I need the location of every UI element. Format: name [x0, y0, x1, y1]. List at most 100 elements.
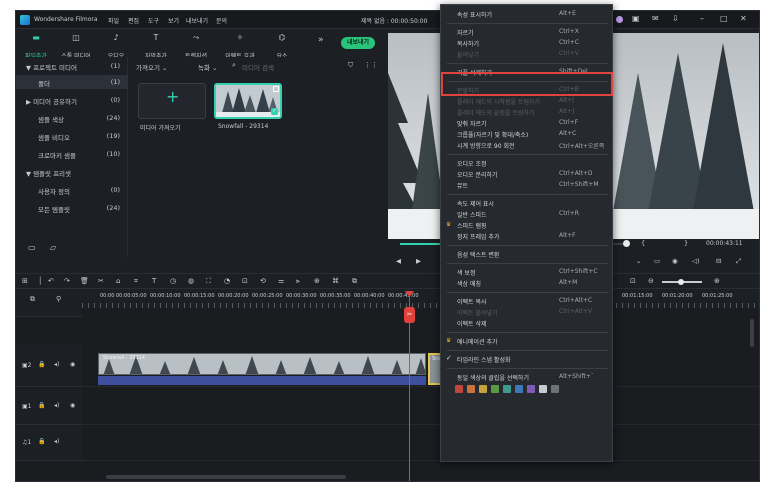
tag-icon[interactable]: ⌂ [116, 277, 120, 285]
crop-icon[interactable]: ⌗ [134, 277, 138, 286]
color-swatch[interactable] [551, 385, 559, 393]
color-swatch[interactable] [491, 385, 499, 393]
maximize-icon[interactable]: □ [720, 14, 728, 23]
tool-effects[interactable]: ✧이펙트 효과 [222, 31, 258, 60]
menu-item[interactable]: 뮤트 Ctrl+Shift+M [441, 180, 614, 191]
speaker-icon[interactable]: ◂) [54, 361, 59, 368]
library-item-folder[interactable]: 폴더 (1) [16, 75, 128, 89]
library-item[interactable]: ▼ 프로젝트 미디어 (1) [16, 59, 128, 73]
menu-view[interactable]: 보기 [168, 16, 179, 25]
add-track-icon[interactable]: ⧉ [30, 295, 35, 304]
timeline-ruler[interactable]: 00:00 00:00:05:00 00:00:10:00 00:00:15:0… [82, 291, 759, 309]
close-icon[interactable]: ✕ [740, 14, 747, 23]
audio-stretch-icon[interactable]: ⌘ [332, 277, 339, 285]
playback-scrubber[interactable] [623, 240, 630, 247]
menu-item[interactable]: 색상 매칭 Alt+M [441, 278, 614, 289]
tool-elements[interactable]: ⌬요소 [264, 31, 300, 60]
adjust-icon[interactable]: ⚌ [278, 277, 284, 285]
zoom-in-icon[interactable]: ⊕ [714, 277, 720, 285]
vertical-scrollbar[interactable] [750, 319, 754, 347]
mail-icon[interactable]: ✉ [652, 14, 659, 23]
menu-item[interactable]: 오디오 분리하기 Ctrl+Alt+D [441, 169, 614, 180]
search-input[interactable]: 미디어 검색 [242, 62, 274, 72]
color-swatch[interactable] [527, 385, 535, 393]
library-item[interactable]: 사용자 정의 (0) [16, 183, 128, 197]
menu-item[interactable]: 복사하기 Ctrl+C [441, 38, 614, 49]
save-icon[interactable]: ▣ [632, 14, 640, 23]
eye-icon[interactable]: ◉ [70, 402, 75, 409]
split-icon[interactable]: ⫸ [296, 277, 300, 286]
motion-icon[interactable]: ⟲ [260, 277, 266, 285]
audio-track-1[interactable] [82, 425, 759, 461]
tool-stock-media[interactable]: ◫스톡 미디어 [58, 31, 94, 60]
avatar[interactable] [616, 16, 623, 23]
lock-icon[interactable]: 🔒 [38, 361, 45, 368]
library-item[interactable]: 모든 템플릿 (24) [16, 201, 128, 215]
volume-icon[interactable]: ◁) [692, 257, 700, 265]
video-clip[interactable]: Snowfall - 29314 [98, 353, 426, 375]
menu-item[interactable]: ✓ 타임라인 스냅 활성화 [441, 354, 614, 365]
import-media-tile[interactable]: + [138, 83, 206, 119]
menu-item[interactable]: 이펙트 삭제 [441, 318, 614, 329]
menu-edit[interactable]: 편집 [128, 16, 139, 25]
fullscreen-icon[interactable]: ⤢ [736, 257, 741, 266]
folder-icon[interactable]: ▱ [50, 243, 56, 252]
menu-support[interactable]: 문의 [216, 16, 227, 25]
menu-export[interactable]: 내보내기 [186, 16, 208, 25]
menu-item[interactable]: 속도 제어 표시 [441, 198, 614, 209]
green-screen-icon[interactable]: ⛶ [206, 277, 211, 286]
library-item[interactable]: 크로마키 샘플 (10) [16, 147, 128, 161]
zoom-reset-icon[interactable]: ⊡ [630, 277, 636, 285]
menu-item[interactable]: 크롭퓰(자르기 및 확대/축소) Alt+C [441, 129, 614, 140]
dropdown-icon[interactable]: ⌄ [636, 257, 641, 265]
link-icon[interactable]: ⚲ [56, 295, 61, 303]
menu-item[interactable]: 이펙트 복사 Ctrl+Alt+C [441, 296, 614, 307]
pip-icon[interactable]: ⊟ [716, 257, 721, 265]
tool-audio[interactable]: ♪오디오 [98, 31, 134, 60]
delete-icon[interactable]: 🗑 [80, 277, 89, 285]
more-icon[interactable]: ⧉ [352, 277, 357, 286]
menu-item[interactable]: ♛ 스피드 램핑 [441, 220, 614, 231]
menu-item[interactable]: 색 보정 Ctrl+Shift+C [441, 267, 614, 278]
zoom-fit-icon[interactable]: ⊡ [242, 277, 248, 285]
text-add-icon[interactable]: T [152, 277, 156, 285]
mark-out-icon[interactable]: } [684, 239, 688, 247]
color-swatch[interactable] [467, 385, 475, 393]
zoom-slider-thumb[interactable] [678, 279, 684, 285]
tool-import-media[interactable]: ▬파일추가 [18, 31, 54, 60]
speaker-icon[interactable]: ◂) [54, 402, 59, 409]
video-track-1[interactable] [82, 389, 759, 425]
more-tools-icon[interactable]: » [318, 35, 324, 45]
library-item[interactable]: 샘플 색상 (24) [16, 111, 128, 125]
media-thumbnail[interactable]: ✓ [214, 83, 282, 119]
menu-item[interactable]: 오디오 조정 [441, 158, 614, 169]
zoom-out-icon[interactable]: ⊖ [648, 277, 654, 285]
color-icon[interactable]: ◍ [188, 277, 194, 285]
speaker-icon[interactable]: ◂) [54, 438, 59, 445]
record-dropdown[interactable]: 녹화 ⌄ [198, 62, 217, 72]
color-swatch[interactable] [503, 385, 511, 393]
download-icon[interactable]: ⇩ [672, 14, 679, 23]
mark-in-icon[interactable]: { [641, 239, 645, 247]
library-item[interactable]: ▼ 템플릿 프리셋 [16, 165, 128, 179]
menu-item[interactable]: 음성 텍스트 변환 [441, 249, 614, 260]
import-dropdown[interactable]: 가져오기 ⌄ [136, 62, 167, 72]
cut-icon[interactable]: ✂ [98, 277, 104, 285]
tool-transitions[interactable]: ⤳트랜지션 [178, 31, 214, 60]
lock-icon[interactable]: 🔒 [38, 438, 45, 445]
snapshot-icon[interactable]: ◉ [672, 257, 678, 265]
menu-item[interactable]: ♛ 애니메이션 추가 [441, 336, 614, 347]
render-preview-icon[interactable]: ▭ [654, 257, 660, 265]
minimize-icon[interactable]: – [700, 14, 704, 23]
menu-item[interactable]: 맞춰 자르기 Ctrl+F [441, 118, 614, 129]
filter-icon[interactable]: ⛉ [348, 61, 353, 70]
menu-tools[interactable]: 도구 [148, 16, 159, 25]
playhead-scissors-icon[interactable]: ✂ [404, 307, 415, 323]
stabilize-icon[interactable]: ⊕ [314, 277, 320, 285]
menu-file[interactable]: 파일 [108, 16, 119, 25]
grid-view-icon[interactable]: ⋮⋮ [364, 61, 378, 69]
tool-titles[interactable]: T자막추가 [138, 31, 174, 60]
undo-icon[interactable]: ↶ [48, 277, 54, 285]
menu-item[interactable]: 일반 스피드 Ctrl+R [441, 209, 614, 220]
timeline-scrollbar[interactable] [106, 475, 346, 479]
